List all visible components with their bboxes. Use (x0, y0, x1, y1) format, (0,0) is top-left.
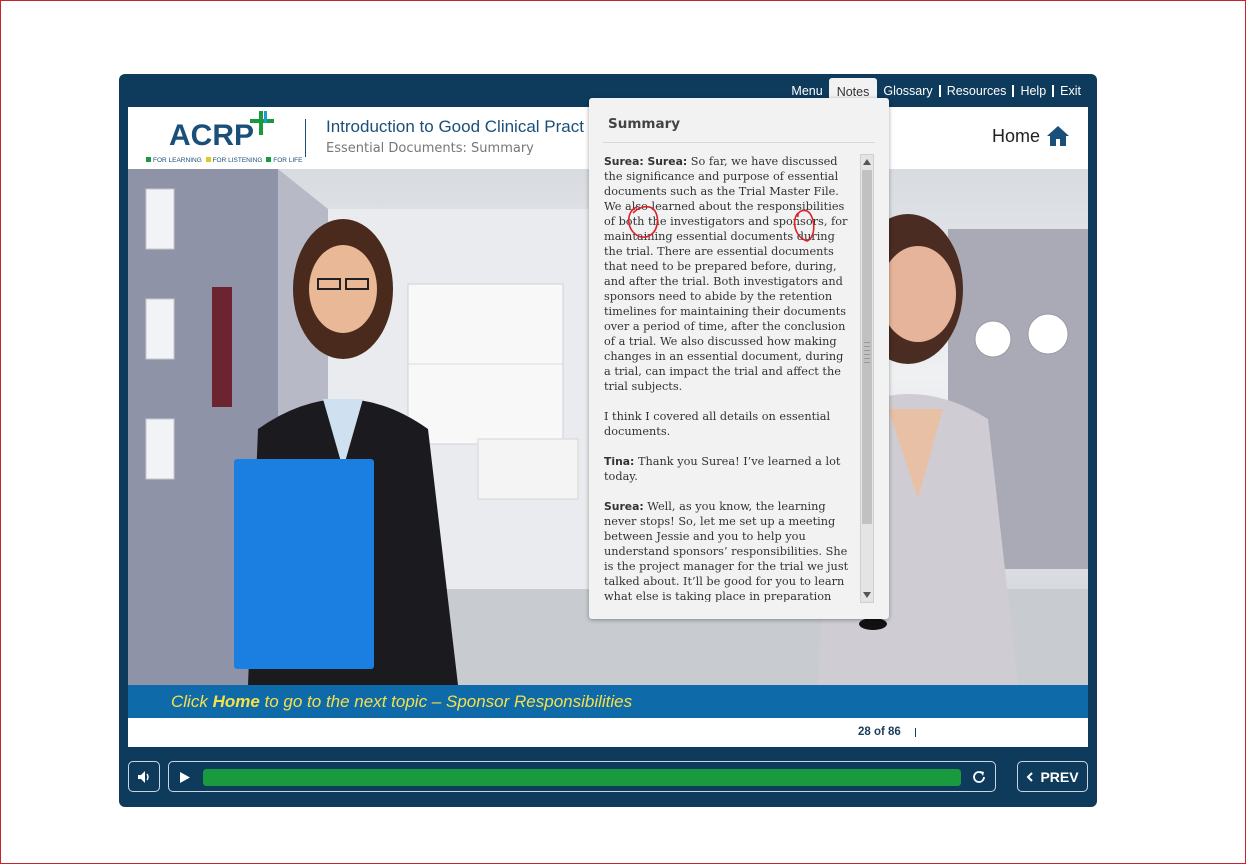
annotation-circle (628, 205, 659, 238)
annotation-circle (793, 209, 815, 242)
annotation-overlay (628, 205, 815, 242)
